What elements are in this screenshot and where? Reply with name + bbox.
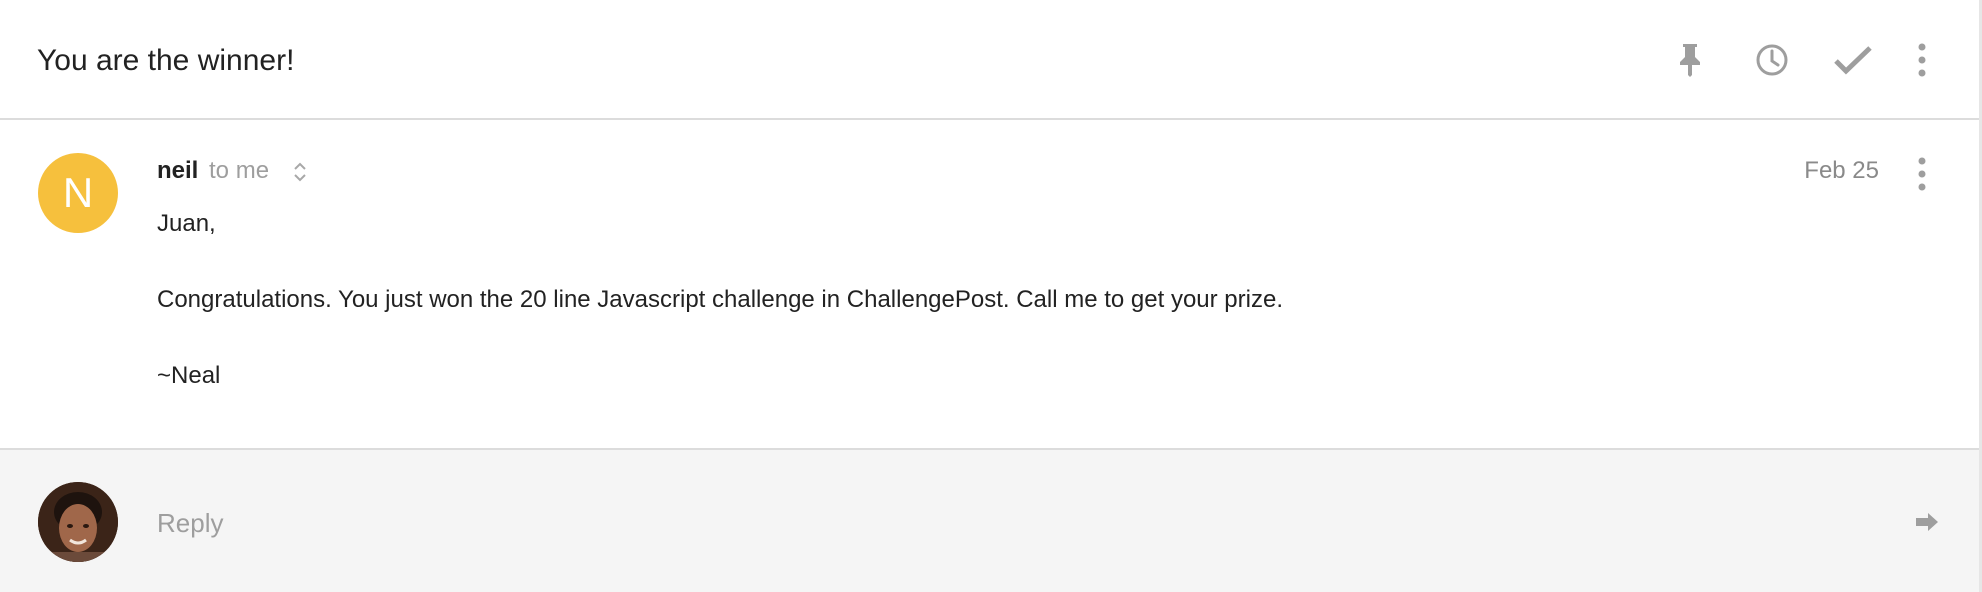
message-more-vert-icon[interactable] bbox=[1900, 152, 1944, 196]
done-check-icon[interactable] bbox=[1831, 38, 1875, 82]
thread-subject: You are the winner! bbox=[37, 44, 295, 77]
expand-details-icon[interactable] bbox=[290, 160, 310, 184]
sender-avatar: N bbox=[38, 153, 118, 233]
sender-avatar-letter: N bbox=[62, 169, 94, 216]
reply-input[interactable]: Reply bbox=[157, 508, 1857, 538]
user-avatar[interactable] bbox=[38, 482, 118, 562]
message-date: Feb 25 bbox=[1804, 157, 1879, 184]
sender-line: neil to me bbox=[157, 157, 269, 185]
message-greeting: Juan, bbox=[157, 210, 216, 237]
pin-icon[interactable] bbox=[1668, 38, 1712, 82]
message-signature: ~Neal bbox=[157, 362, 221, 389]
more-vert-icon[interactable] bbox=[1900, 38, 1944, 82]
message-paragraph: Congratulations. You just won the 20 lin… bbox=[157, 286, 1283, 313]
recipients-label[interactable]: to me bbox=[209, 157, 269, 184]
reply-arrow-icon[interactable] bbox=[1910, 505, 1944, 539]
snooze-clock-icon[interactable] bbox=[1750, 38, 1794, 82]
sender-name[interactable]: neil bbox=[157, 157, 198, 184]
